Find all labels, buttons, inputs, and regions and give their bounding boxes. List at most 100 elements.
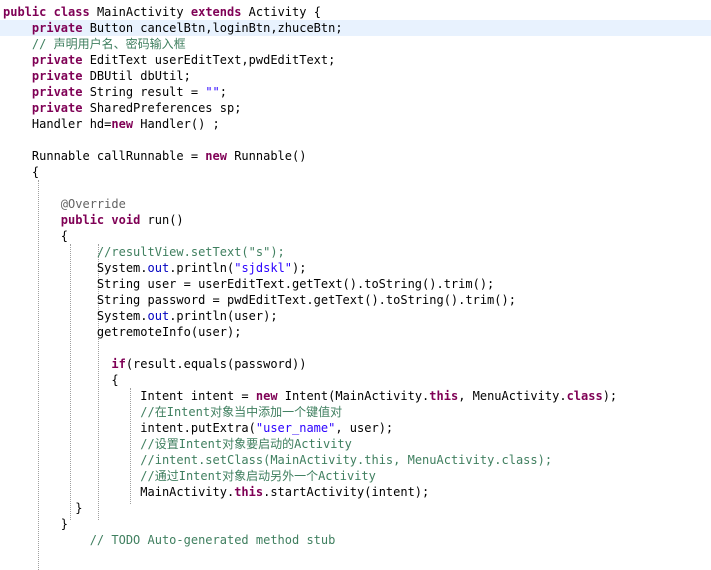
code-line[interactable]: // 声明用户名、密码输入框 — [0, 36, 711, 52]
code-token: Button cancelBtn,loginBtn,zhuceBtn; — [82, 21, 343, 35]
code-line[interactable]: public class MainActivity extends Activi… — [0, 4, 711, 20]
code-line[interactable]: { — [0, 164, 711, 180]
code-token: private — [31, 85, 83, 99]
code-line[interactable]: System.out.println("sjdskl"); — [0, 260, 711, 276]
code-line[interactable] — [0, 340, 711, 356]
code-line[interactable]: private Button cancelBtn,loginBtn,zhuceB… — [0, 20, 711, 36]
code-line[interactable]: public void run() — [0, 212, 711, 228]
code-line[interactable]: //设置Intent对象要启动的Activity — [0, 436, 711, 452]
code-token: //intent.setClass(MainActivity.this, Men… — [140, 453, 553, 467]
code-token: intent.putExtra( — [3, 421, 256, 435]
code-token: SharedPreferences sp; — [82, 101, 242, 115]
code-token: "sjdskl" — [234, 261, 293, 275]
code-token: MainActivity. — [3, 485, 235, 499]
code-token: String result = — [82, 85, 206, 99]
code-token: //在Intent对象当中添加一个键值对 — [140, 405, 343, 419]
code-line[interactable]: private SharedPreferences sp; — [0, 100, 711, 116]
code-line[interactable]: //resultView.setText("s"); — [0, 244, 711, 260]
code-line[interactable]: intent.putExtra("user_name", user); — [0, 420, 711, 436]
code-line[interactable]: } — [0, 500, 711, 516]
code-line[interactable]: String user = userEditText.getText().toS… — [0, 276, 711, 292]
code-token: private — [31, 69, 83, 83]
code-token: // 声明用户名、密码输入框 — [31, 37, 186, 51]
code-token: , user); — [335, 421, 394, 435]
code-line[interactable]: private String result = ""; — [0, 84, 711, 100]
code-line[interactable]: getremoteInfo(user); — [0, 324, 711, 340]
code-token: String password = pwdEditText.getText().… — [3, 293, 516, 307]
code-token: private — [31, 101, 83, 115]
code-line[interactable]: private DBUtil dbUtil; — [0, 68, 711, 84]
code-line[interactable]: } — [0, 516, 711, 532]
code-token: System. — [3, 261, 148, 275]
code-token: Handler hd= — [3, 117, 112, 131]
code-token: out — [147, 261, 170, 275]
code-token: run() — [140, 213, 184, 227]
code-token: (result.equals(password)) — [125, 357, 307, 371]
code-token: { — [3, 165, 40, 179]
code-token: this — [234, 485, 264, 499]
code-token: new — [111, 117, 134, 131]
code-token: if — [111, 357, 126, 371]
code-token: public — [3, 5, 47, 19]
code-token: class — [566, 389, 603, 403]
code-line[interactable]: Handler hd=new Handler() ; — [0, 116, 711, 132]
code-token: .println( — [169, 261, 235, 275]
code-line[interactable]: Runnable callRunnable = new Runnable() — [0, 148, 711, 164]
code-token: EditText userEditText,pwdEditText; — [82, 53, 336, 67]
code-line[interactable]: String password = pwdEditText.getText().… — [0, 292, 711, 308]
code-line[interactable]: { — [0, 228, 711, 244]
code-line[interactable] — [0, 132, 711, 148]
code-token: String user = userEditText.getText().toS… — [3, 277, 495, 291]
code-token: { — [3, 229, 69, 243]
code-token: "" — [205, 85, 220, 99]
code-line[interactable]: MainActivity.this.startActivity(intent); — [0, 484, 711, 500]
code-token: DBUtil dbUtil; — [82, 69, 191, 83]
code-token: //resultView.setText("s"); — [96, 245, 285, 259]
code-token: extends — [190, 5, 242, 19]
code-line[interactable]: Intent intent = new Intent(MainActivity.… — [0, 388, 711, 404]
code-token: ); — [292, 261, 307, 275]
code-line[interactable]: { — [0, 372, 711, 388]
code-token: Handler() ; — [133, 117, 220, 131]
code-token: Runnable() — [226, 149, 307, 163]
code-line[interactable]: // TODO Auto-generated method stub — [0, 532, 711, 548]
code-token: //设置Intent对象要启动的Activity — [140, 437, 352, 451]
code-token: //通过Intent对象启动另外一个Activity — [140, 469, 376, 483]
code-token: , MenuActivity. — [458, 389, 567, 403]
code-token: new — [205, 149, 227, 163]
code-line[interactable]: private EditText userEditText,pwdEditTex… — [0, 52, 711, 68]
code-token: // TODO Auto-generated method stub — [89, 533, 336, 547]
code-token: ; — [219, 85, 227, 99]
code-token: } — [3, 501, 83, 515]
code-token: Intent intent = — [3, 389, 256, 403]
code-line[interactable] — [0, 180, 711, 196]
code-line[interactable]: //intent.setClass(MainActivity.this, Men… — [0, 452, 711, 468]
code-line[interactable]: if(result.equals(password)) — [0, 356, 711, 372]
code-token: new — [255, 389, 278, 403]
code-line[interactable]: @Override — [0, 196, 711, 212]
code-token: getremoteInfo(user); — [3, 325, 242, 339]
code-token: Runnable callRunnable = — [3, 149, 206, 163]
code-token: } — [3, 517, 69, 531]
code-token: private — [31, 21, 83, 35]
code-token: out — [147, 309, 170, 323]
code-line[interactable]: //在Intent对象当中添加一个键值对 — [0, 404, 711, 420]
code-line[interactable]: System.out.println(user); — [0, 308, 711, 324]
code-line[interactable]: //通过Intent对象启动另外一个Activity — [0, 468, 711, 484]
code-token: this — [429, 389, 459, 403]
code-token: class — [53, 5, 90, 19]
code-editor[interactable]: public class MainActivity extends Activi… — [0, 0, 711, 570]
